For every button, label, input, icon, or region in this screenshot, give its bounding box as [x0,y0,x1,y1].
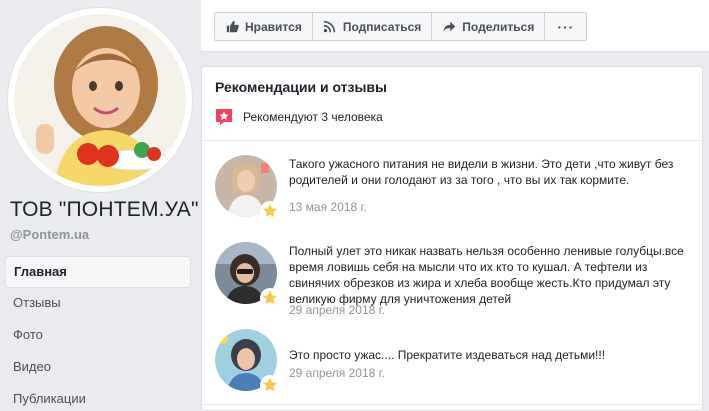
review-item: Такого ужасного питания не видели в жизн… [215,155,695,225]
nav-item-posts[interactable]: Публикации [5,384,191,411]
nav-item-photos[interactable]: Фото [5,320,191,352]
review-date[interactable]: 29 апреля 2018 г. [289,303,385,317]
profile-picture[interactable] [8,8,192,192]
share-arrow-icon [442,20,456,34]
star-icon [260,375,280,395]
review-text: Полный улет это никак назвать нельзя осо… [289,244,684,306]
review-date[interactable]: 13 мая 2018 г. [289,200,367,214]
review-date[interactable]: 29 апреля 2018 г. [289,366,385,380]
page-username[interactable]: @Pontem.ua [10,227,89,242]
left-column: ТОВ "ПОНТЕМ.УА" @Pontem.ua Главная Отзыв… [0,0,199,411]
follow-button[interactable]: Подписаться [311,12,433,41]
review-text: Это просто ужас.... Прекратите издеватьс… [289,348,606,362]
share-button[interactable]: Поделиться [431,12,546,41]
star-icon [260,201,280,221]
nav-item-videos[interactable]: Видео [5,352,191,384]
nav-item-home[interactable]: Главная [5,256,191,288]
nav-item-reviews[interactable]: Отзывы [5,288,191,320]
share-button-label: Поделиться [462,19,535,34]
page-action-bar: Нравится Подписаться Поделиться ··· [201,0,709,52]
review-text: Такого ужасного питания не видели в жизн… [289,157,674,187]
recommendations-card: Рекомендации и отзывы Рекомендуют 3 чело… [201,66,703,411]
recommendations-count-text: Рекомендуют 3 человека [243,110,383,124]
profile-photo-image [14,14,186,186]
follow-button-label: Подписаться [342,19,422,34]
page-title: ТОВ "ПОНТЕМ.УА" [10,198,199,221]
recommendations-title: Рекомендации и отзывы [215,79,387,95]
page-nav: Главная Отзывы Фото Видео Публикации [5,256,191,411]
review-item: Это просто ужас.... Прекратите издеватьс… [215,329,695,399]
divider [202,140,702,141]
action-button-group: Нравится Подписаться Поделиться ··· [214,12,588,41]
more-options-button[interactable]: ··· [544,12,588,41]
star-icon [260,288,280,308]
review-item: Полный улет это никак назвать нельзя осо… [215,242,695,317]
recommendation-badge-icon [216,109,232,125]
more-dots-icon: ··· [557,18,575,35]
card-footer [202,404,702,410]
like-button-label: Нравится [245,19,302,34]
like-button[interactable]: Нравится [214,12,313,41]
thumbs-up-icon [225,20,239,34]
rss-icon [323,20,337,34]
recommendations-summary[interactable]: Рекомендуют 3 человека [215,108,383,126]
